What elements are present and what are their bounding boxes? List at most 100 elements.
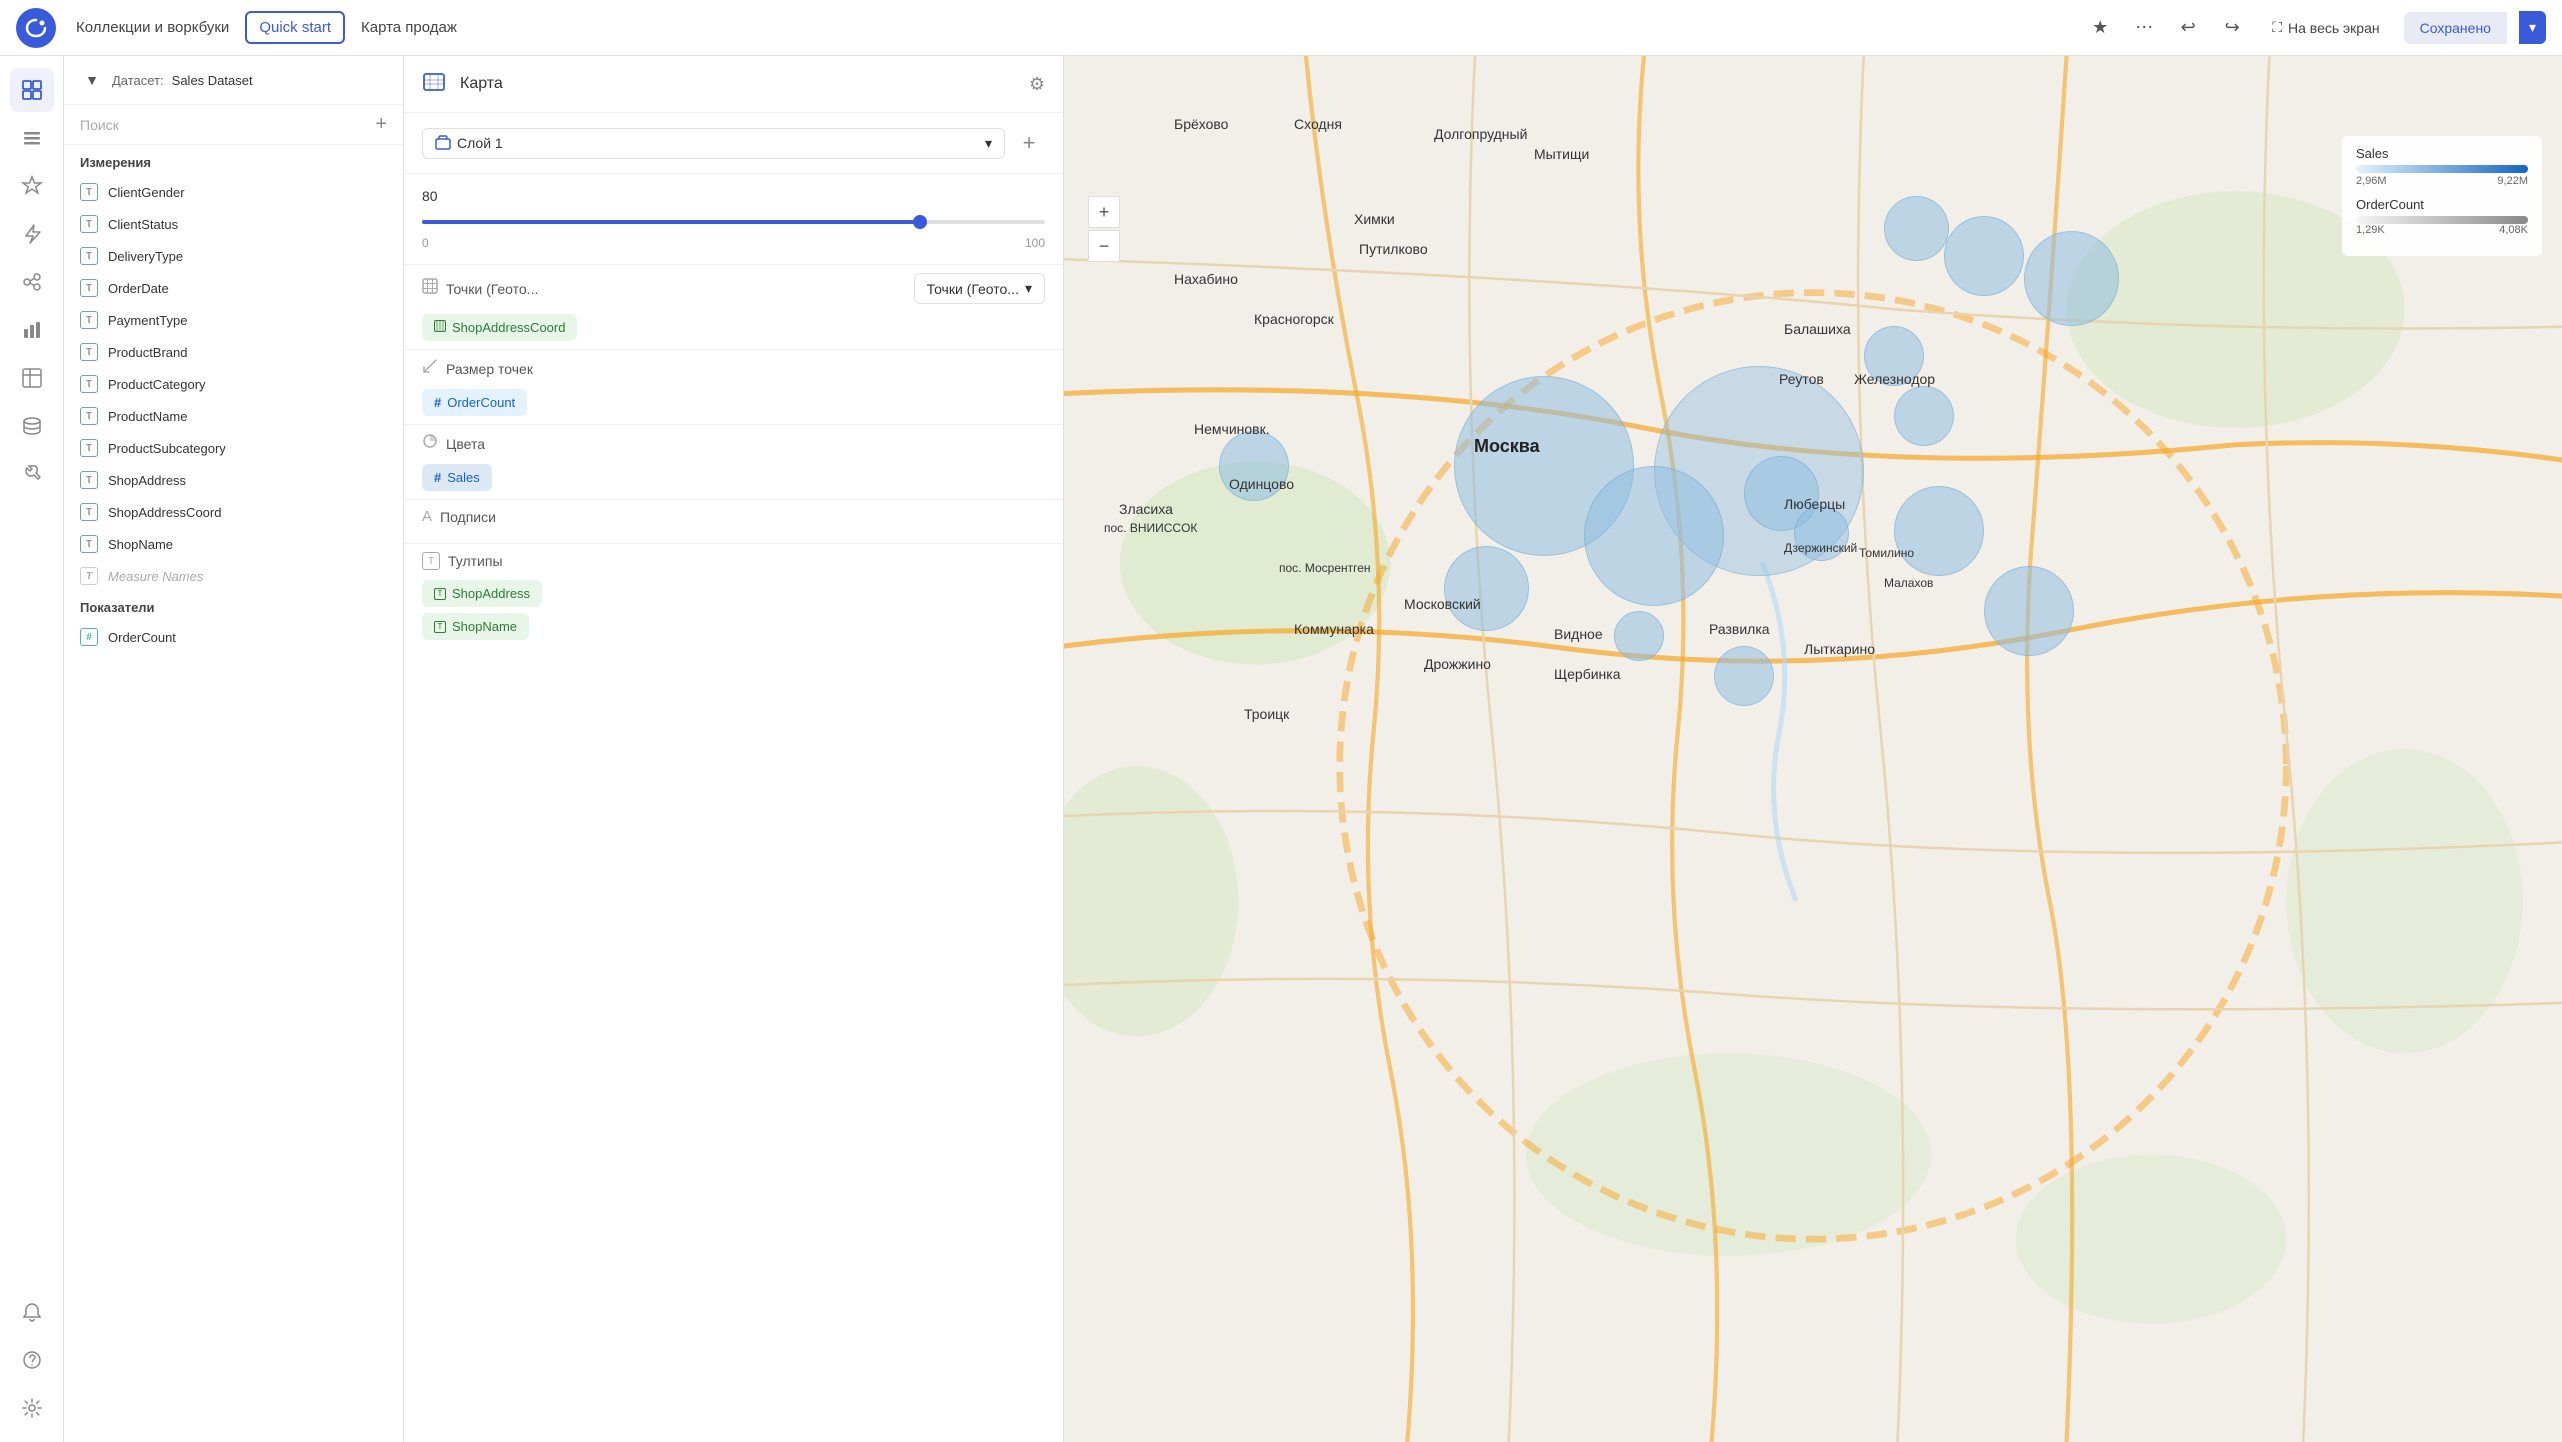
star-button[interactable]: ★ [2084, 12, 2116, 44]
shopaddresscoord-chip[interactable]: ShopAddressCoord [422, 314, 577, 341]
size-header: Размер точек [422, 358, 1045, 379]
field-name: PaymentType [108, 313, 188, 328]
legend-ordercount: OrderCount 1,29K 4,08K [2356, 197, 2528, 236]
layer-dropdown[interactable]: Слой 1 ▾ [422, 128, 1005, 159]
field-productbrand[interactable]: T ProductBrand [64, 336, 403, 368]
tooltips-header: T Тултипы [422, 552, 1045, 570]
points-icon [422, 278, 438, 299]
points-dropdown-label: Точки (Гео­то... [927, 281, 1019, 297]
more-button[interactable]: ⋯ [2128, 12, 2160, 44]
nav-collections[interactable]: Коллекции и воркбуки [64, 13, 241, 42]
city-himki: Химки [1354, 211, 1395, 227]
sidebar-item-settings[interactable] [10, 1386, 54, 1430]
legend-sales-range: 2,96M 9,22M [2356, 175, 2528, 187]
city-malakhov: Малахов [1884, 576, 1933, 590]
sidebar-item-table[interactable] [10, 356, 54, 400]
sidebar-item-grid[interactable] [10, 68, 54, 112]
sidebar-item-tools[interactable] [10, 452, 54, 496]
bubble [1984, 566, 2074, 656]
fullscreen-button[interactable]: ⛶ На весь экран [2260, 13, 2391, 42]
bubble [1654, 366, 1864, 576]
bubble [1219, 431, 1289, 501]
sidebar-item-connections[interactable] [10, 260, 54, 304]
field-clientstatus[interactable]: T ClientStatus [64, 208, 403, 240]
ordercount-chip[interactable]: # OrderCount [422, 389, 527, 416]
city-shodnya: Сходня [1294, 116, 1342, 132]
field-productname[interactable]: T ProductName [64, 400, 403, 432]
search-input[interactable] [80, 117, 367, 133]
city-drozhzhino: Дрожжино [1424, 656, 1491, 672]
sidebar-item-notifications[interactable] [10, 1290, 54, 1334]
field-productcategory[interactable]: T ProductCategory [64, 368, 403, 400]
app-logo[interactable] [16, 8, 56, 48]
size-label: Размер точек [446, 361, 533, 377]
field-orderdate[interactable]: T OrderDate [64, 272, 403, 304]
save-dropdown-button[interactable]: ▾ [2519, 11, 2546, 44]
map-zoom-in[interactable]: + [1088, 196, 1120, 228]
field-name: OrderCount [108, 630, 176, 645]
field-shopaddresscoord[interactable]: T ShopAddressCoord [64, 496, 403, 528]
redo-button[interactable]: ↪ [2216, 12, 2248, 44]
map-area: Москва Химки Красногорск Одинцово Мытищи… [1064, 56, 2562, 1442]
add-field-button[interactable]: + [375, 113, 387, 136]
opacity-slider[interactable] [422, 212, 1045, 232]
sidebar-item-help[interactable] [10, 1338, 54, 1382]
slider-min: 0 [422, 236, 429, 250]
field-measurenames[interactable]: T Measure Names [64, 560, 403, 592]
city-vidnoe: Видное [1554, 626, 1603, 642]
color-section: Цвета # Sales [404, 424, 1063, 499]
field-name: ShopAddressCoord [108, 505, 221, 520]
nav-quickstart[interactable]: Quick start [245, 11, 345, 44]
config-gear-button[interactable]: ⚙ [1029, 74, 1045, 95]
field-ordercount[interactable]: # OrderCount [64, 621, 403, 653]
field-clientgender[interactable]: T ClientGender [64, 176, 403, 208]
dim-italic-icon: T [80, 567, 98, 585]
field-paymenttype[interactable]: T PaymentType [64, 304, 403, 336]
save-button[interactable]: Сохранено [2404, 12, 2507, 44]
slider-max: 100 [1025, 236, 1045, 250]
shopname-tooltip-chip[interactable]: T ShopName [422, 613, 529, 640]
points-dropdown-arrow: ▾ [1025, 280, 1032, 297]
bubble [1744, 456, 1819, 531]
collapse-button[interactable]: ▼ [80, 68, 104, 92]
field-deliverytype[interactable]: T DeliveryType [64, 240, 403, 272]
points-dropdown[interactable]: Точки (Гео­то... ▾ [914, 273, 1045, 304]
city-shcherbinka: Щербинка [1554, 666, 1621, 682]
fullscreen-icon: ⛶ [2272, 19, 2282, 36]
field-shopaddress[interactable]: T ShopAddress [64, 464, 403, 496]
color-icon [422, 433, 438, 454]
sidebar-item-flash[interactable] [10, 212, 54, 256]
dataset-name: Sales Dataset [172, 73, 253, 88]
undo-button[interactable]: ↩ [2172, 12, 2204, 44]
layer-add-button[interactable]: + [1013, 127, 1045, 159]
nav-map[interactable]: Карта продаж [349, 13, 469, 42]
map-zoom-out[interactable]: − [1088, 230, 1120, 262]
chip-label: OrderCount [447, 395, 515, 410]
chip-icon [434, 320, 446, 335]
chip-label: ShopName [452, 619, 517, 634]
dim-icon: T [80, 215, 98, 233]
bubble [1584, 466, 1724, 606]
sidebar-item-star[interactable] [10, 164, 54, 208]
city-odintsovo: Одинцово [1229, 476, 1294, 492]
city-vniissok: пос. ВНИИСCОК [1104, 521, 1197, 535]
config-title: Карта [460, 75, 503, 93]
shopaddress-tooltip-chip[interactable]: T ShopAddress [422, 580, 542, 607]
slider-thumb[interactable] [913, 215, 927, 229]
bubble [1894, 486, 1984, 576]
sidebar-item-list[interactable] [10, 116, 54, 160]
bubble [2024, 231, 2119, 326]
order-min: 1,29K [2356, 224, 2385, 236]
sidebar-item-data[interactable] [10, 404, 54, 448]
city-putilkovo: Путилково [1359, 241, 1428, 257]
field-name: ClientGender [108, 185, 185, 200]
legend-order-range: 1,29K 4,08K [2356, 224, 2528, 236]
dimensions-title: Измерения [64, 145, 403, 176]
city-kommunarka: Коммунарка [1294, 621, 1374, 637]
field-shopname[interactable]: T ShopName [64, 528, 403, 560]
field-list: Измерения T ClientGender T ClientStatus … [64, 145, 403, 1442]
order-max: 4,08K [2499, 224, 2528, 236]
sales-chip[interactable]: # Sales [422, 464, 492, 491]
field-productsubcategory[interactable]: T ProductSubcategory [64, 432, 403, 464]
sidebar-item-chart[interactable] [10, 308, 54, 352]
